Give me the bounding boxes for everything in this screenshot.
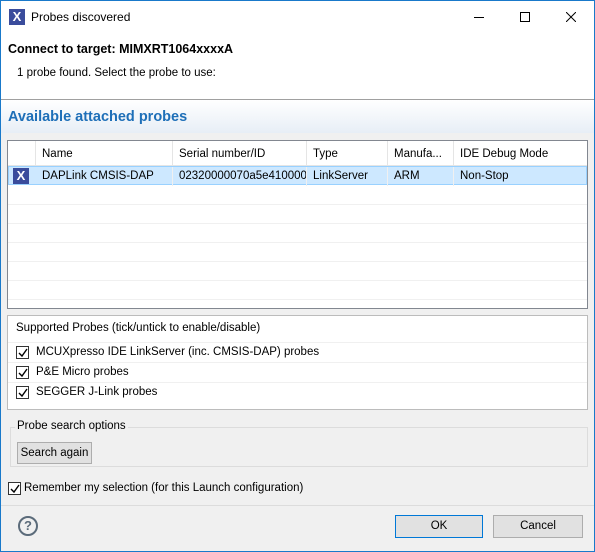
maximize-icon[interactable]	[502, 1, 548, 32]
probes-table[interactable]: Name Serial number/ID Type Manufa... IDE…	[7, 140, 588, 309]
supported-probe-pemicro[interactable]: P&E Micro probes	[8, 362, 587, 382]
probe-type: LinkServer	[307, 167, 388, 186]
search-options-title: Probe search options	[15, 420, 128, 432]
column-header-serial[interactable]: Serial number/ID	[173, 141, 307, 166]
probe-icon: X	[13, 168, 29, 184]
column-header-name[interactable]: Name	[36, 141, 173, 166]
ok-button[interactable]: OK	[395, 515, 483, 538]
footer-divider	[1, 505, 594, 506]
empty-row	[8, 224, 587, 243]
column-header-type[interactable]: Type	[307, 141, 388, 166]
column-header-manufacturer[interactable]: Manufa...	[388, 141, 454, 166]
probe-search-options-group: Probe search options Search again	[10, 420, 588, 467]
supported-probes-title: Supported Probes (tick/untick to enable/…	[16, 322, 261, 334]
dialog-window: X Probes discovered Connect to target: M…	[0, 0, 595, 552]
supported-probe-linkserver[interactable]: MCUXpresso IDE LinkServer (inc. CMSIS-DA…	[8, 342, 587, 362]
empty-row	[8, 262, 587, 281]
probe-count-message: 1 probe found. Select the probe to use:	[17, 67, 216, 79]
checkbox-pemicro[interactable]	[16, 366, 29, 379]
label-segger: SEGGER J-Link probes	[36, 386, 158, 398]
section-title: Available attached probes	[8, 109, 188, 125]
close-icon[interactable]	[548, 1, 594, 32]
empty-row	[8, 205, 587, 224]
supported-probe-segger[interactable]: SEGGER J-Link probes	[8, 382, 587, 402]
probe-name: DAPLink CMSIS-DAP	[36, 167, 173, 186]
probe-debug-mode: Non-Stop	[460, 170, 509, 182]
column-header-icon[interactable]	[8, 141, 36, 166]
label-remember: Remember my selection (for this Launch c…	[24, 482, 304, 494]
title-bar: X Probes discovered	[1, 1, 594, 32]
empty-row	[8, 243, 587, 262]
mcuxpresso-icon: X	[9, 8, 25, 25]
dialog-header: Connect to target: MIMXRT1064xxxxA 1 pro…	[1, 32, 594, 99]
window-title: Probes discovered	[31, 9, 131, 24]
table-row[interactable]: X DAPLink CMSIS-DAP 02320000070a5e410000…	[8, 166, 587, 186]
probe-manufacturer: ARM	[388, 167, 454, 186]
label-linkserver: MCUXpresso IDE LinkServer (inc. CMSIS-DA…	[36, 346, 320, 358]
search-again-button[interactable]: Search again	[17, 442, 92, 464]
label-pemicro: P&E Micro probes	[36, 366, 129, 378]
window-controls	[456, 1, 594, 32]
empty-row	[8, 186, 587, 205]
checkbox-remember[interactable]	[8, 482, 21, 495]
target-title: Connect to target: MIMXRT1064xxxxA	[8, 42, 234, 56]
cancel-button[interactable]: Cancel	[493, 515, 583, 538]
help-icon[interactable]: ?	[18, 516, 38, 536]
probe-serial: 02320000070a5e4100000	[173, 167, 307, 186]
section-header: Available attached probes	[1, 100, 594, 133]
minimize-icon[interactable]	[456, 1, 502, 32]
checkbox-linkserver[interactable]	[16, 346, 29, 359]
empty-row	[8, 281, 587, 300]
checkbox-segger[interactable]	[16, 386, 29, 399]
supported-probes-group: Supported Probes (tick/untick to enable/…	[7, 315, 588, 410]
column-header-debug-mode[interactable]: IDE Debug Mode	[454, 141, 587, 166]
table-header: Name Serial number/ID Type Manufa... IDE…	[8, 141, 587, 166]
